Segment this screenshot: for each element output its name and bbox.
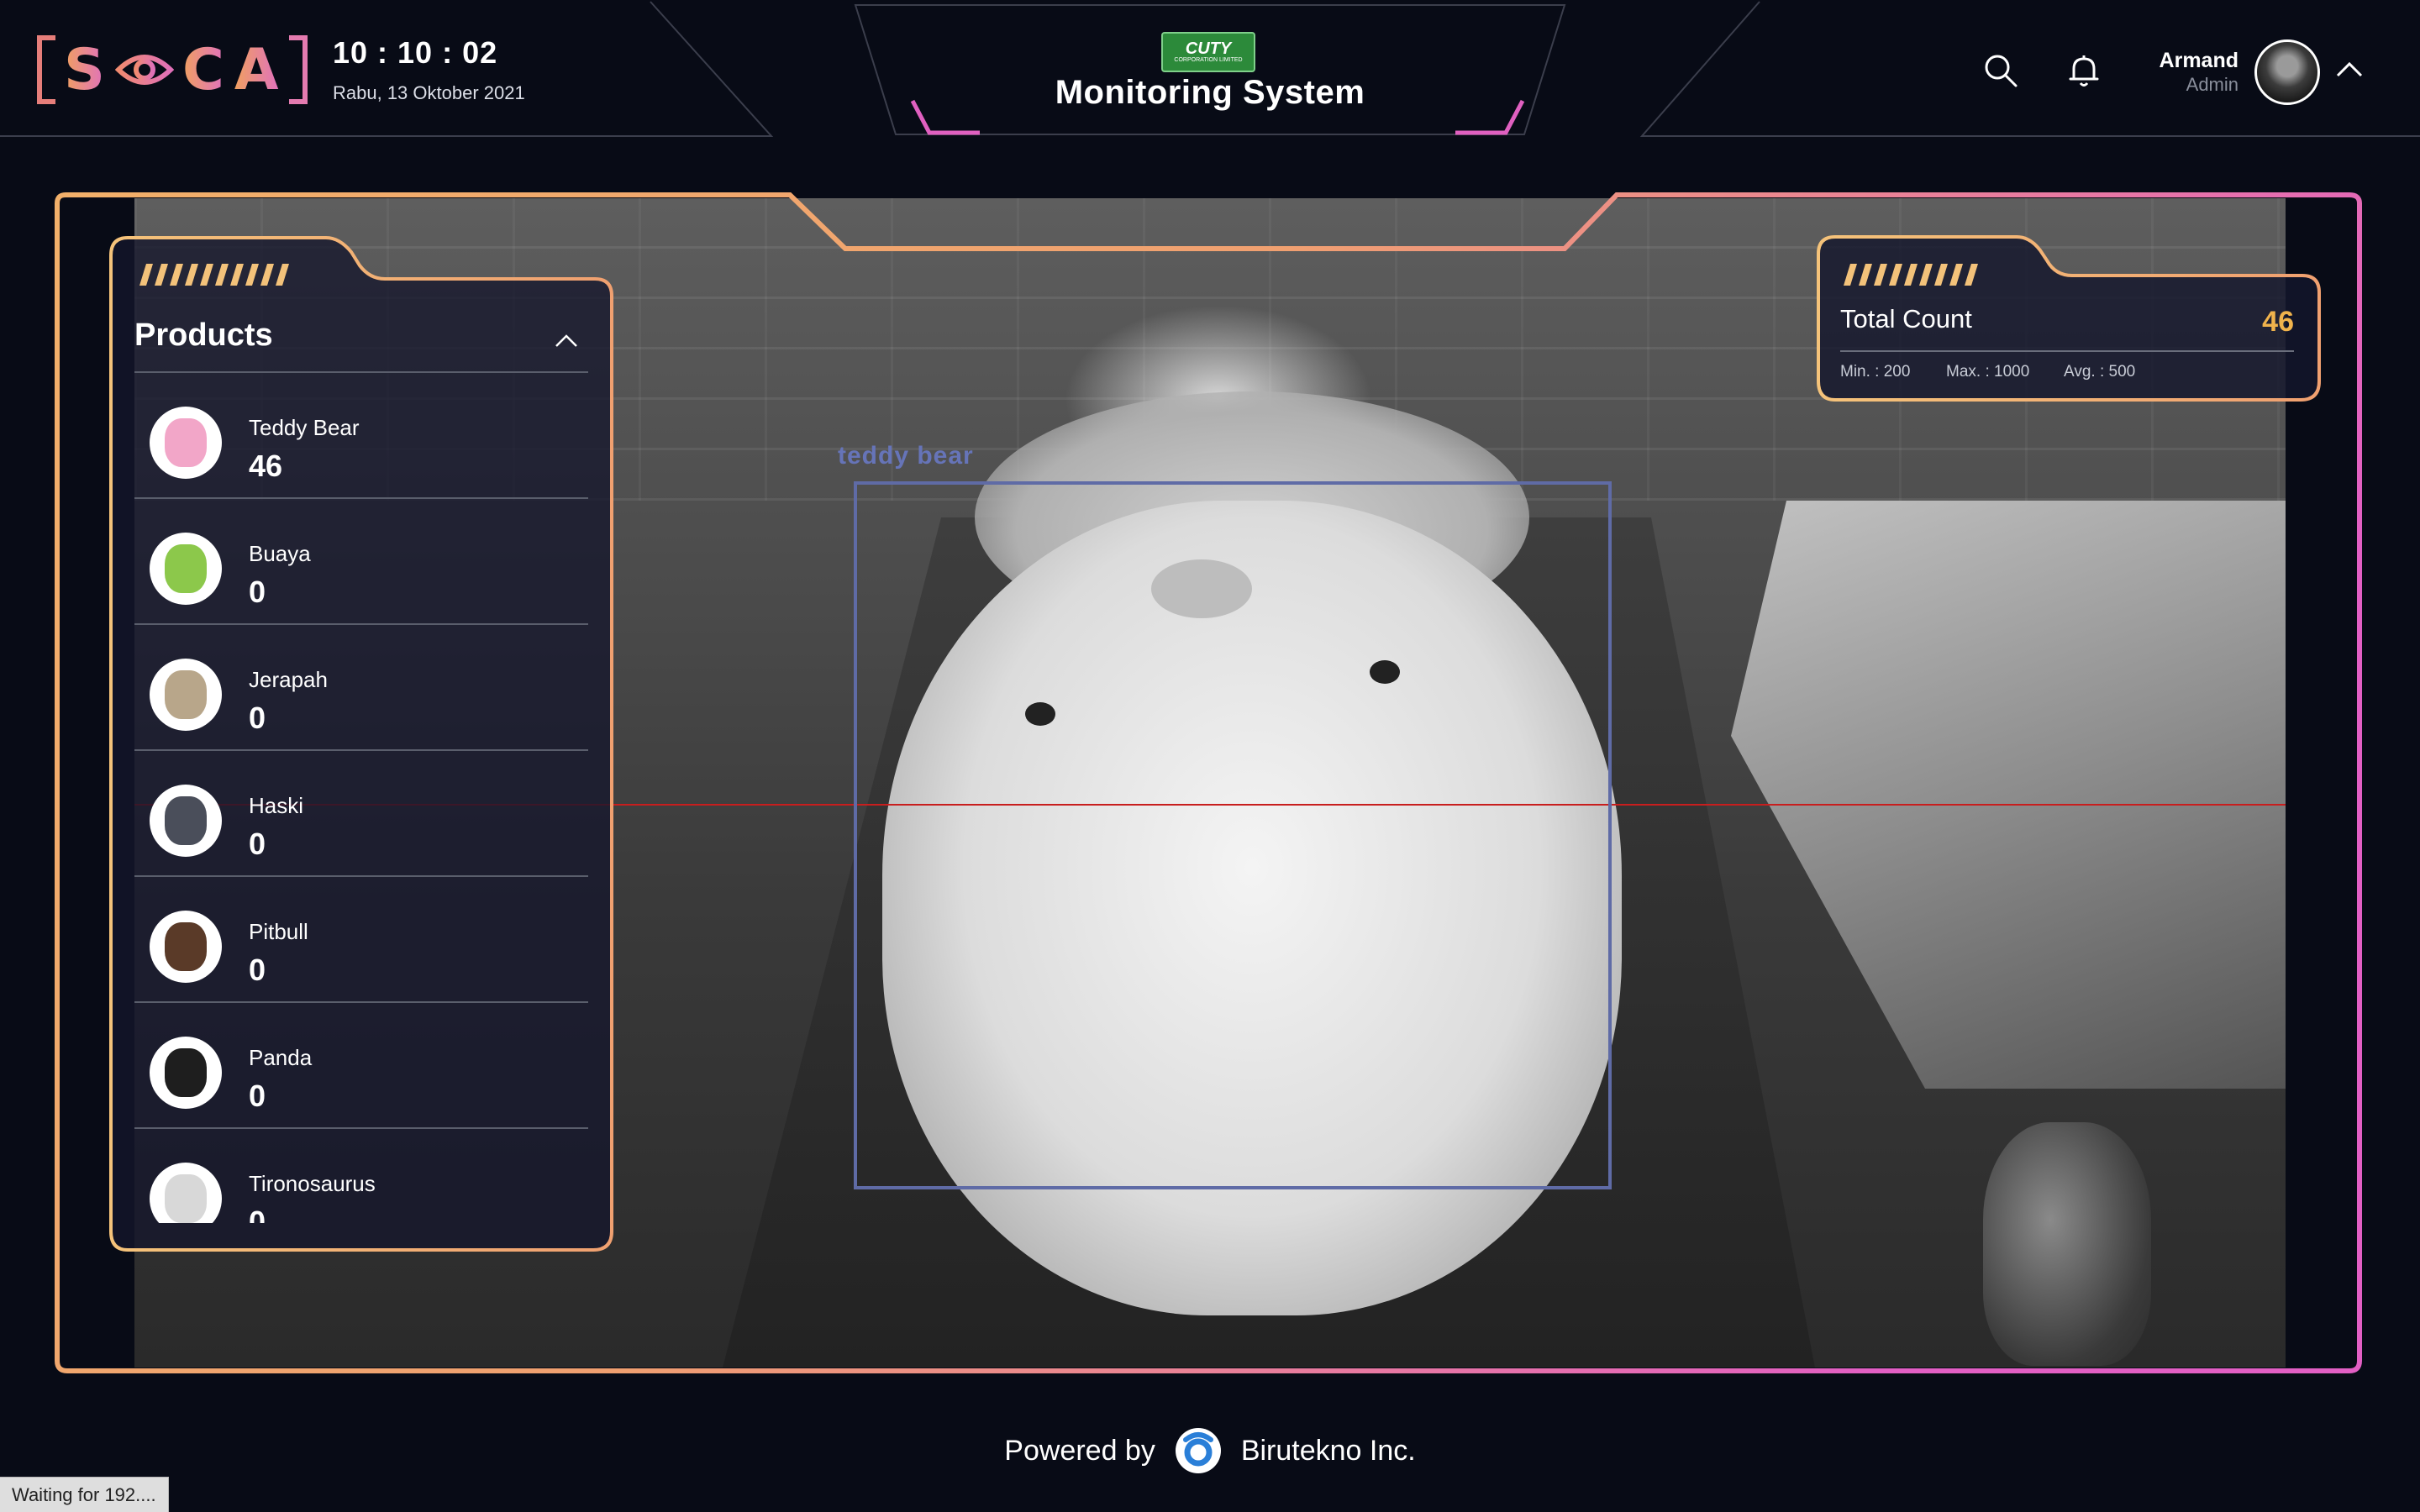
product-count: 0 — [249, 1205, 266, 1223]
total-count-value: 46 — [2262, 306, 2294, 338]
logo-letter-s: S — [64, 36, 107, 103]
list-item[interactable]: Teddy Bear 46 — [134, 373, 588, 499]
crocodile-thumbnail — [150, 533, 222, 605]
soca-logo[interactable]: S C A — [37, 35, 308, 104]
list-item[interactable]: Haski 0 — [134, 751, 588, 877]
product-name: Haski — [249, 793, 304, 818]
detection-bounding-box — [854, 481, 1612, 1189]
chevron-up-icon[interactable] — [2333, 57, 2366, 82]
bell-icon[interactable] — [2065, 52, 2102, 89]
total-count-title: Total Count — [1840, 304, 1972, 333]
product-count: 0 — [249, 575, 266, 609]
product-name: Jerapah — [249, 667, 328, 692]
product-name: Teddy Bear — [249, 415, 360, 440]
stat-avg: Avg. : 500 — [2064, 363, 2136, 381]
pitbull-thumbnail — [150, 911, 222, 983]
giraffe-thumbnail — [150, 659, 222, 731]
product-name: Panda — [249, 1045, 313, 1070]
avatar[interactable] — [2254, 39, 2320, 105]
powered-by-label: Powered by — [1004, 1434, 1155, 1467]
footer: Powered by Birutekno Inc. — [0, 1428, 2420, 1473]
panda-thumbnail — [150, 1037, 222, 1109]
logo-letter-c: C — [182, 36, 226, 103]
brand-badge: CUTY CORPORATION LIMITED — [1161, 32, 1255, 72]
camera-crocodile — [1983, 1122, 2151, 1366]
page-title: Monitoring System — [1055, 74, 1365, 111]
brand-badge-bottom: CORPORATION LIMITED — [1174, 57, 1243, 63]
products-title: Products — [134, 318, 273, 353]
product-count: 0 — [249, 701, 266, 735]
teddy-bear-thumbnail — [150, 407, 222, 479]
husky-thumbnail — [150, 785, 222, 857]
detection-label: teddy bear — [838, 442, 974, 470]
product-count: 46 — [249, 449, 283, 483]
product-name: Tironosaurus — [249, 1171, 376, 1196]
total-divider — [1840, 350, 2294, 352]
browser-status-bar: Waiting for 192.... — [0, 1477, 169, 1512]
logo-bracket-right — [288, 35, 308, 104]
list-item[interactable]: Tironosaurus 0 — [134, 1129, 588, 1223]
list-item[interactable]: Jerapah 0 — [134, 625, 588, 751]
clock: 10 : 10 : 02 — [333, 35, 498, 70]
tyrannosaurus-thumbnail — [150, 1163, 222, 1223]
chevron-up-icon[interactable] — [551, 329, 581, 351]
logo-bracket-left — [37, 35, 55, 104]
products-list[interactable]: Teddy Bear 46 Buaya 0 Jerapah 0 Haski 0 … — [134, 373, 588, 1223]
list-item[interactable]: Panda 0 — [134, 1003, 588, 1129]
brand-badge-top: CUTY — [1185, 39, 1232, 58]
product-count: 0 — [249, 953, 266, 987]
birutekno-logo-icon — [1175, 1428, 1221, 1473]
product-count: 0 — [249, 1079, 266, 1113]
date: Rabu, 13 Oktober 2021 — [333, 82, 525, 103]
logo-letter-a: A — [234, 36, 281, 103]
eye-icon — [114, 55, 174, 85]
product-name: Pitbull — [249, 919, 308, 944]
camera-bg-right — [1731, 501, 2286, 1089]
user-role: Admin — [2186, 74, 2238, 95]
user-name[interactable]: Armand — [2160, 49, 2238, 73]
product-count: 0 — [249, 827, 266, 861]
stat-min: Min. : 200 — [1840, 363, 1911, 381]
company-name: Birutekno Inc. — [1240, 1434, 1416, 1467]
product-name: Buaya — [249, 541, 311, 566]
stat-max: Max. : 1000 — [1946, 363, 2030, 381]
list-item[interactable]: Pitbull 0 — [134, 877, 588, 1003]
list-item[interactable]: Buaya 0 — [134, 499, 588, 625]
search-icon[interactable] — [1982, 52, 2019, 89]
